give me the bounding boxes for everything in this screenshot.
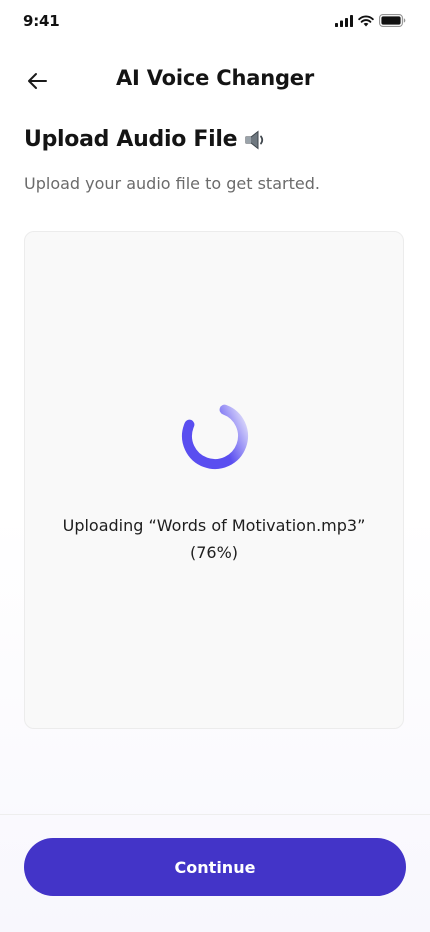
- page-heading: Upload Audio File: [24, 127, 271, 152]
- continue-button[interactable]: Continue: [24, 838, 406, 896]
- status-icons: [335, 14, 406, 27]
- page-title: Upload Audio File: [24, 127, 238, 152]
- header-title: AI Voice Changer: [115, 66, 315, 90]
- signal-icon: [335, 14, 353, 27]
- battery-icon: [379, 14, 406, 27]
- status-bar: 9:41: [0, 0, 430, 44]
- loading-spinner-icon: [182, 403, 248, 469]
- footer-divider: [0, 814, 430, 815]
- upload-status-line: Uploading “Words of Motivation.mp3”: [62, 516, 366, 535]
- wifi-icon: [358, 15, 374, 26]
- app-header: AI Voice Changer: [0, 56, 430, 104]
- page-subtitle: Upload your audio file to get started.: [24, 174, 320, 193]
- upload-percent: (76%): [189, 543, 239, 562]
- upload-dropzone[interactable]: Uploading “Words of Motivation.mp3” (76%…: [24, 231, 404, 729]
- upload-status: Uploading “Words of Motivation.mp3” (76%…: [25, 512, 403, 566]
- speaker-icon: [245, 129, 264, 150]
- status-time: 9:41: [23, 12, 60, 30]
